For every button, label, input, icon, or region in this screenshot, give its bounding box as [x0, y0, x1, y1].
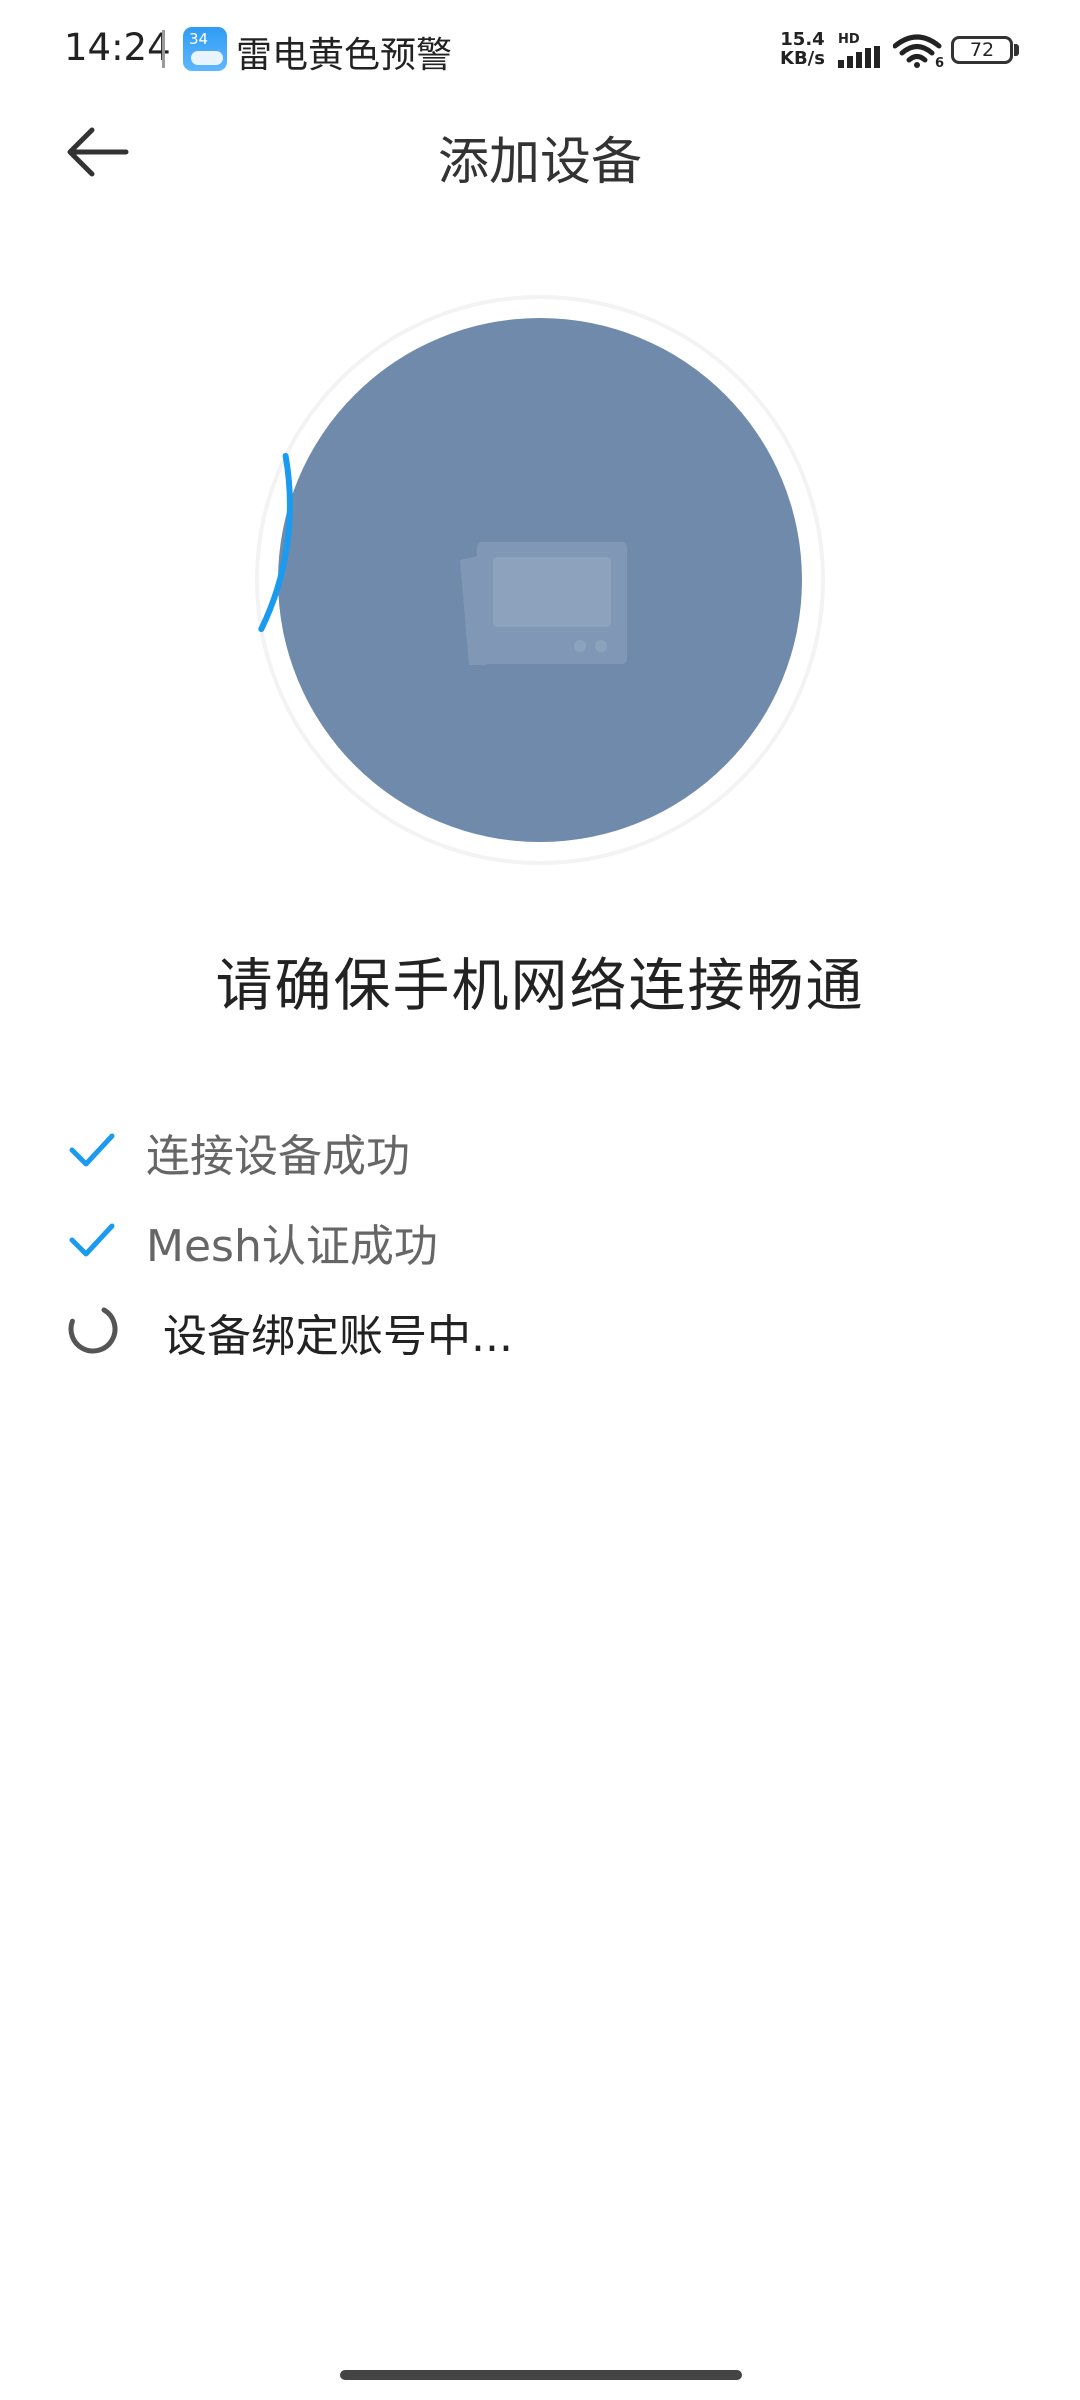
device-icon [460, 542, 627, 665]
network-hint-heading: 请确保手机网络连接畅通 [215, 953, 865, 1019]
weather-icon: 34 [183, 27, 227, 71]
device-progress-graphic [255, 295, 825, 865]
wifi-label: 6 [935, 56, 944, 68]
net-speed: 15.4 KB/s [780, 30, 825, 68]
status-time: 14:24 [64, 26, 171, 69]
checkmark-icon [69, 1133, 115, 1167]
wifi-icon: 6 [893, 34, 944, 68]
net-speed-unit: KB/s [780, 48, 825, 69]
net-speed-value: 15.4 [780, 29, 825, 50]
signal-icon [838, 46, 880, 68]
checkmark-icon [69, 1223, 115, 1257]
spinner-icon [68, 1304, 118, 1354]
battery-cap [1014, 44, 1019, 56]
battery-level: 72 [969, 39, 995, 61]
top-bar: 添加设备 [0, 100, 1080, 200]
status-bar: 14:24 34 雷电黄色预警 15.4 KB/s HD 6 72 [0, 0, 1080, 100]
step-label: Mesh认证成功 [146, 1221, 438, 1272]
battery-icon: 72 [951, 36, 1013, 64]
step-label: 设备绑定账号中... [163, 1311, 513, 1362]
step-label: 连接设备成功 [146, 1131, 410, 1182]
weather-alert-text: 雷电黄色预警 [236, 35, 453, 76]
page-title: 添加设备 [437, 133, 642, 192]
weather-badge: 34 [189, 30, 209, 48]
hd-label: HD [838, 32, 860, 47]
status-divider [162, 30, 165, 68]
home-indicator[interactable] [340, 2370, 742, 2380]
cloud-shape [191, 51, 223, 65]
